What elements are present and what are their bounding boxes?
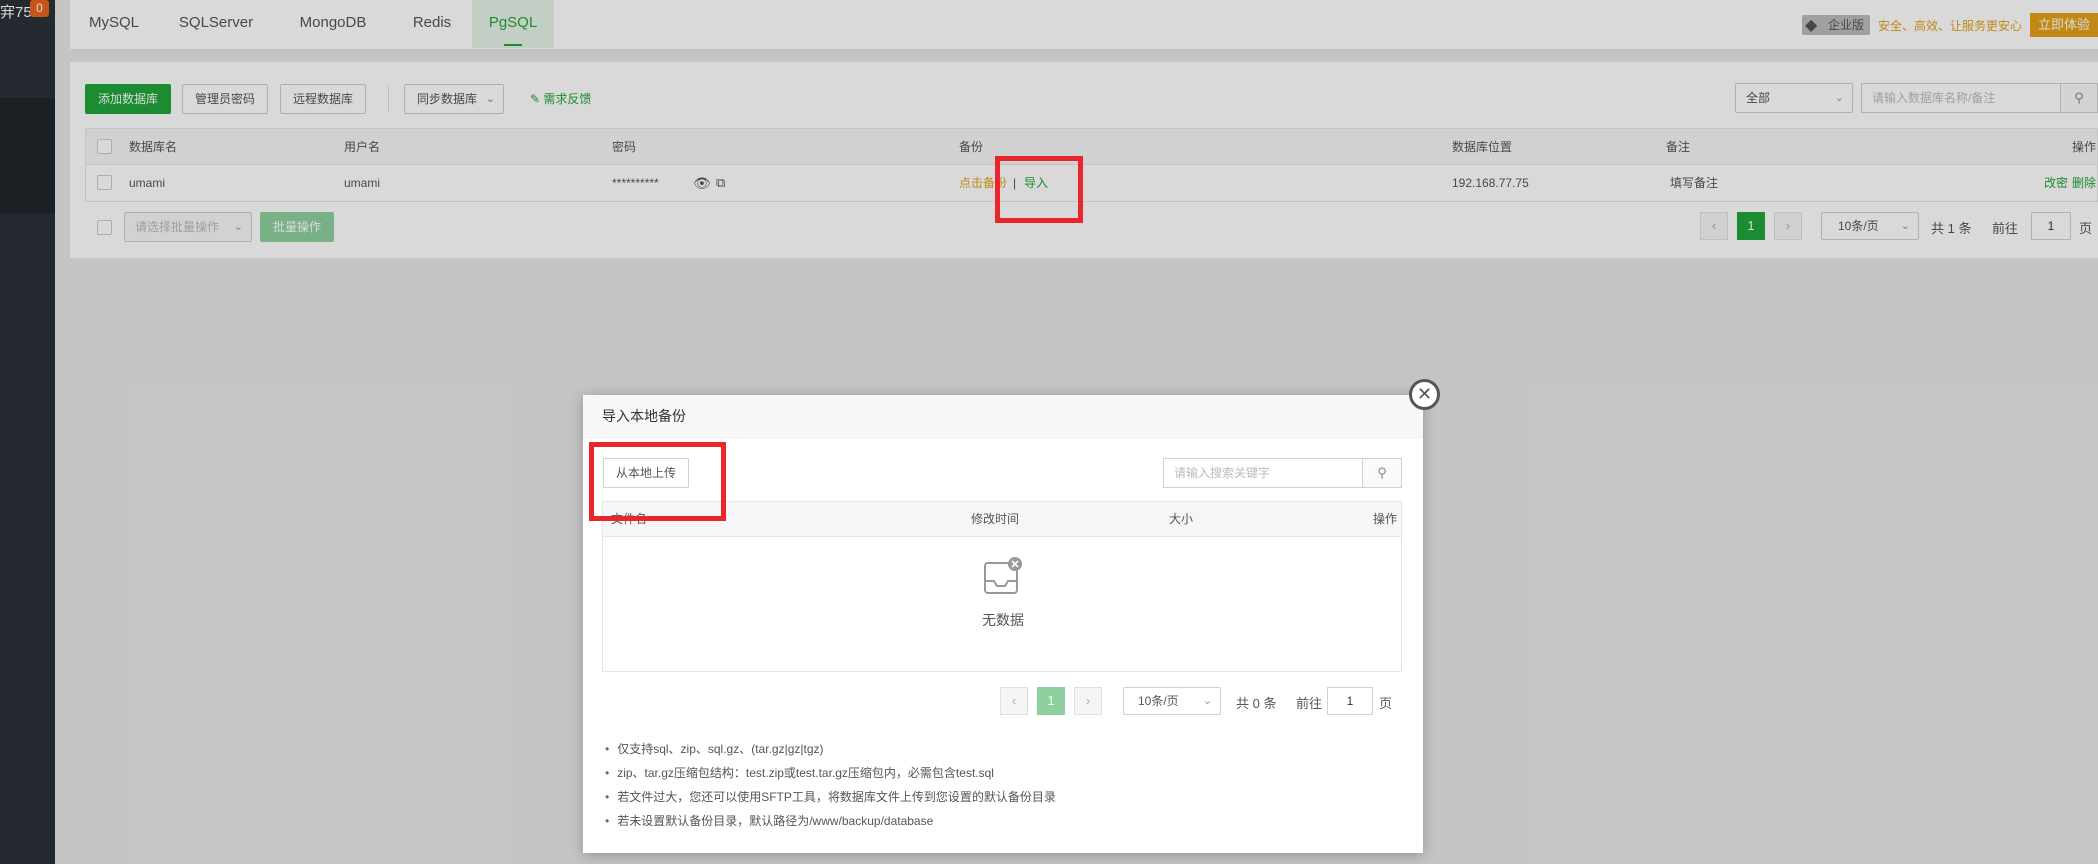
file-search-button[interactable]: ⚲ xyxy=(1362,458,1402,488)
modal-pager-goto-input[interactable]: 1 xyxy=(1327,687,1373,715)
note-item: 若未设置默认备份目录，默认路径为/www/backup/database xyxy=(605,809,1056,833)
empty-state: 无数据 xyxy=(603,557,1403,630)
modal-pager-total: 共 0 条 xyxy=(1236,696,1277,711)
header-file-actions: 操作 xyxy=(1373,512,1398,526)
close-icon[interactable]: ✕ xyxy=(1409,379,1440,410)
backup-file-table: 文件名 修改时间 大小 操作 无数据 xyxy=(602,501,1402,672)
empty-inbox-icon xyxy=(983,557,1023,597)
modal-prev-page-button[interactable]: ‹ xyxy=(1000,687,1028,715)
highlight-box-upload xyxy=(589,442,726,521)
modal-page-size-value: 10条/页 xyxy=(1138,694,1179,708)
modal-next-page-button[interactable]: › xyxy=(1074,687,1102,715)
chevron-left-icon: ‹ xyxy=(1011,693,1017,708)
modal-page-current[interactable]: 1 xyxy=(1037,687,1065,715)
empty-state-label: 无数据 xyxy=(982,612,1024,628)
chevron-down-icon: ⌄ xyxy=(1202,695,1212,707)
file-search-input[interactable]: 请输入搜索关键字 xyxy=(1163,458,1363,488)
note-item: 仅支持sql、zip、sql.gz、(tar.gz|gz|tgz) xyxy=(605,737,1056,761)
import-notes: 仅支持sql、zip、sql.gz、(tar.gz|gz|tgz) zip、ta… xyxy=(605,737,1056,833)
modal-page-size-select[interactable]: 10条/页 ⌄ xyxy=(1123,687,1221,715)
header-size: 大小 xyxy=(1169,512,1194,526)
chevron-right-icon: › xyxy=(1085,693,1091,708)
modal-pager-page-unit: 页 xyxy=(1379,696,1393,711)
modal-pager-goto-label: 前往 xyxy=(1296,696,1323,711)
note-item: zip、tar.gz压缩包结构：test.zip或test.tar.gz压缩包内… xyxy=(605,761,1056,785)
note-item: 若文件过大，您还可以使用SFTP工具，将数据库文件上传到您设置的默认备份目录 xyxy=(605,785,1056,809)
modal-title: 导入本地备份 xyxy=(583,395,1423,438)
highlight-box-import xyxy=(995,156,1083,223)
search-icon: ⚲ xyxy=(1377,465,1387,480)
header-modified-time: 修改时间 xyxy=(971,512,1020,526)
